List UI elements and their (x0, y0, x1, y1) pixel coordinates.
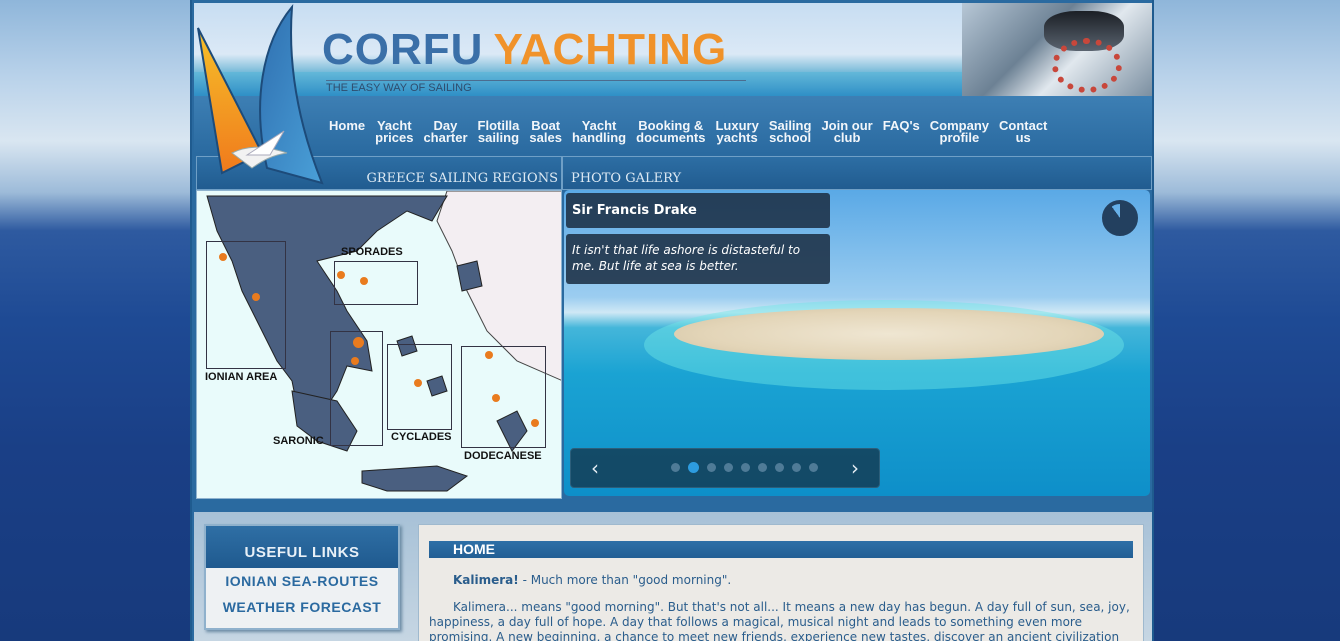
dodecanese-region-box[interactable] (461, 346, 546, 448)
useful-links-title: USEFUL LINKS (206, 526, 398, 568)
nav-home[interactable]: Home (324, 119, 370, 144)
nav-yacht-prices[interactable]: Yacht prices (370, 119, 418, 144)
nav-day-charter[interactable]: Day charter (418, 119, 472, 144)
sporades-label[interactable]: SPORADES (341, 246, 403, 258)
body-paragraph: Kalimera... means "good morning". But th… (429, 600, 1130, 641)
slider-controls: ‹ › (570, 448, 880, 488)
brand-title[interactable]: CORFU YACHTING (322, 25, 727, 75)
chevron-right-icon[interactable]: › (831, 449, 879, 487)
sail-logo-icon[interactable] (192, 3, 327, 193)
slide-bullet[interactable] (758, 463, 767, 472)
slide-caption-title: Sir Francis Drake (566, 193, 830, 228)
brand-word-yachting: YACHTING (493, 25, 728, 74)
slide-bullet[interactable] (671, 463, 680, 472)
nav-boat-sales[interactable]: Boat sales (524, 119, 567, 144)
link-weather-forecast[interactable]: WEATHER FORECAST (206, 594, 398, 620)
nav-flotilla-sailing[interactable]: Flotilla sailing (473, 119, 525, 144)
sandbar-shape (674, 308, 1104, 360)
nav-join-club[interactable]: Join our club (816, 119, 877, 144)
region-marker[interactable] (219, 253, 227, 261)
useful-links-box: USEFUL LINKS IONIAN SEA-ROUTES WEATHER F… (204, 524, 400, 630)
intro-rest: - Much more than "good morning". (518, 573, 732, 587)
sporades-region-box[interactable] (334, 261, 418, 305)
gallery-section-header: PHOTO GALERY (562, 156, 1152, 190)
nav-faqs[interactable]: FAQ's (878, 119, 925, 144)
page-container: CORFU YACHTING THE EASY WAY OF SAILING Ho… (190, 0, 1154, 641)
nav-contact-us[interactable]: Contact us (994, 119, 1052, 144)
slide-timer-icon (1102, 200, 1138, 236)
slide-bullet[interactable] (707, 463, 716, 472)
intro-bold: Kalimera! (453, 573, 519, 587)
region-marker[interactable] (414, 379, 422, 387)
region-marker[interactable] (360, 277, 368, 285)
nav-sailing-school[interactable]: Sailing school (764, 119, 817, 144)
home-heading: HOME (429, 541, 1133, 558)
nav-booking-documents[interactable]: Booking & documents (631, 119, 710, 144)
header-banner: CORFU YACHTING THE EASY WAY OF SAILING (194, 3, 1152, 96)
saronic-label[interactable]: SARONIC (273, 435, 324, 447)
saronic-region-box[interactable] (330, 331, 383, 446)
slide-bullet[interactable] (809, 463, 818, 472)
nav-company-profile[interactable]: Company profile (925, 119, 994, 144)
region-marker[interactable] (485, 351, 493, 359)
photo-slider[interactable]: Sir Francis Drake It isn't that life ash… (564, 190, 1150, 496)
winch-photo (962, 3, 1152, 96)
slide-bullet[interactable] (775, 463, 784, 472)
rope-coil (1052, 38, 1122, 93)
region-marker[interactable] (337, 271, 345, 279)
greece-regions-map: IONIAN AREA SPORADES SARONIC CYCLADES DO… (196, 190, 562, 499)
chevron-left-icon[interactable]: ‹ (571, 449, 619, 487)
link-ionian-sea-routes[interactable]: IONIAN SEA-ROUTES (206, 568, 398, 594)
region-marker[interactable] (492, 394, 500, 402)
slide-bullet[interactable] (724, 463, 733, 472)
brand-word-corfu: CORFU (322, 25, 484, 74)
nav-luxury-yachts[interactable]: Luxury yachts (710, 119, 763, 144)
region-marker[interactable] (351, 357, 359, 365)
brand-tagline: THE EASY WAY OF SAILING (326, 80, 746, 94)
ionian-region-box[interactable] (206, 241, 286, 369)
nav-yacht-handling[interactable]: Yacht handling (567, 119, 631, 144)
dodecanese-label[interactable]: DODECANESE (464, 450, 542, 462)
slide-bullet[interactable] (741, 463, 750, 472)
cyclades-region-box[interactable] (387, 344, 452, 430)
slide-bullet[interactable] (688, 462, 699, 473)
main-nav: Home Yacht prices Day charter Flotilla s… (194, 96, 1152, 154)
regions-title: GREECE SAILING REGIONS (366, 171, 558, 186)
gallery-title: PHOTO GALERY (571, 171, 682, 186)
ionian-label[interactable]: IONIAN AREA (205, 371, 277, 383)
slide-caption-text: It isn't that life ashore is distasteful… (566, 234, 830, 284)
intro-paragraph: Kalimera! - Much more than "good morning… (429, 573, 1135, 588)
slide-bullet[interactable] (792, 463, 801, 472)
slide-bullets (671, 462, 818, 473)
region-marker[interactable] (531, 419, 539, 427)
bottom-section: USEFUL LINKS IONIAN SEA-ROUTES WEATHER F… (194, 512, 1152, 641)
region-marker[interactable] (353, 337, 364, 348)
cyclades-label[interactable]: CYCLADES (391, 431, 452, 443)
home-content-panel: HOME Kalimera! - Much more than "good mo… (418, 524, 1144, 641)
region-marker[interactable] (252, 293, 260, 301)
